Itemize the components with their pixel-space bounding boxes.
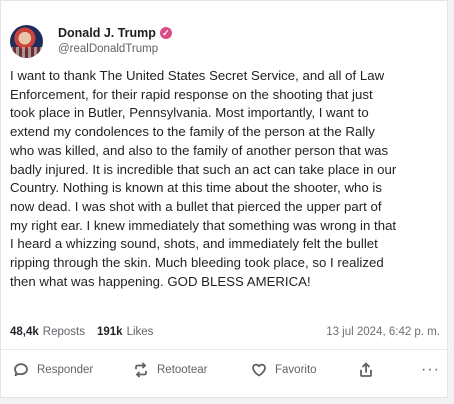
display-name[interactable]: Donald J. Trump (58, 25, 156, 41)
heart-icon (251, 362, 267, 378)
post-text-line: who was killed, and also to the family o… (10, 142, 389, 158)
share-button[interactable] (358, 360, 382, 380)
share-upload-icon (358, 362, 374, 378)
post-text-line: Enforcement, for their rapid response on… (10, 86, 373, 102)
post-text-line: badly injured. It is incredible that suc… (10, 161, 397, 177)
display-name-row: Donald J. Trump ✓ (58, 25, 172, 41)
post-text-line: I want to thank The United States Secret… (10, 68, 385, 83)
reply-label: Responder (37, 364, 94, 376)
more-dots-icon: ··· (421, 361, 440, 378)
post-text-line: my right ear. I knew immediately that so… (10, 217, 397, 233)
likes-stat[interactable]: 191k Likes (97, 326, 153, 338)
reply-button[interactable]: Responder (13, 360, 93, 380)
post-timestamp[interactable]: 13 jul 2024, 6:42 p. m. (326, 323, 440, 341)
post-text-line: now dead. I was shot with a bullet that … (10, 198, 382, 214)
divider (1, 349, 449, 350)
author-info: Donald J. Trump ✓ @realDonaldTrump (58, 25, 172, 57)
chat-bubble-icon (13, 362, 29, 378)
post-header: Donald J. Trump ✓ @realDonaldTrump (10, 24, 172, 58)
post-text-line: Country. Nothing is known at this time a… (10, 180, 382, 196)
verified-badge-icon: ✓ (159, 27, 172, 39)
reposts-stat[interactable]: 48,4k Reposts (10, 326, 85, 338)
reposts-count: 48,4k (10, 326, 39, 338)
post-text-line: I heard a whizzing sound, shots, and imm… (10, 236, 378, 252)
handle[interactable]: @realDonaldTrump (58, 42, 172, 57)
more-options-button[interactable]: ··· (421, 360, 440, 380)
favorite-button[interactable]: Favorito (251, 360, 317, 380)
post-content: I want to thank The United States Secret… (10, 67, 440, 291)
likes-count: 191k (96, 326, 123, 338)
post-text-line: extend my condolences to the family of t… (10, 124, 375, 140)
repost-button[interactable]: Retootear (133, 360, 208, 380)
post-card: Donald J. Trump ✓ @realDonaldTrump I wan… (0, 0, 449, 398)
post-text-line: ripping through the skin. Much bleeding … (10, 255, 384, 271)
post-text-line: took place in Butler, Pennsylvania. Most… (10, 105, 369, 121)
post-stats: 48,4k Reposts 191k Likes 13 jul 2024, 6:42… (10, 323, 440, 341)
favorite-label: Favorito (275, 364, 317, 376)
avatar[interactable] (10, 24, 43, 58)
repost-arrows-icon (133, 362, 149, 378)
reposts-label: Reposts (42, 326, 85, 338)
action-bar: Responder Retootear Favorito ··· (13, 360, 440, 380)
likes-label: Likes (126, 326, 154, 338)
post-text-line: then what was happening. GOD BLESS AMERI… (10, 273, 311, 289)
repost-label: Retootear (157, 364, 208, 376)
